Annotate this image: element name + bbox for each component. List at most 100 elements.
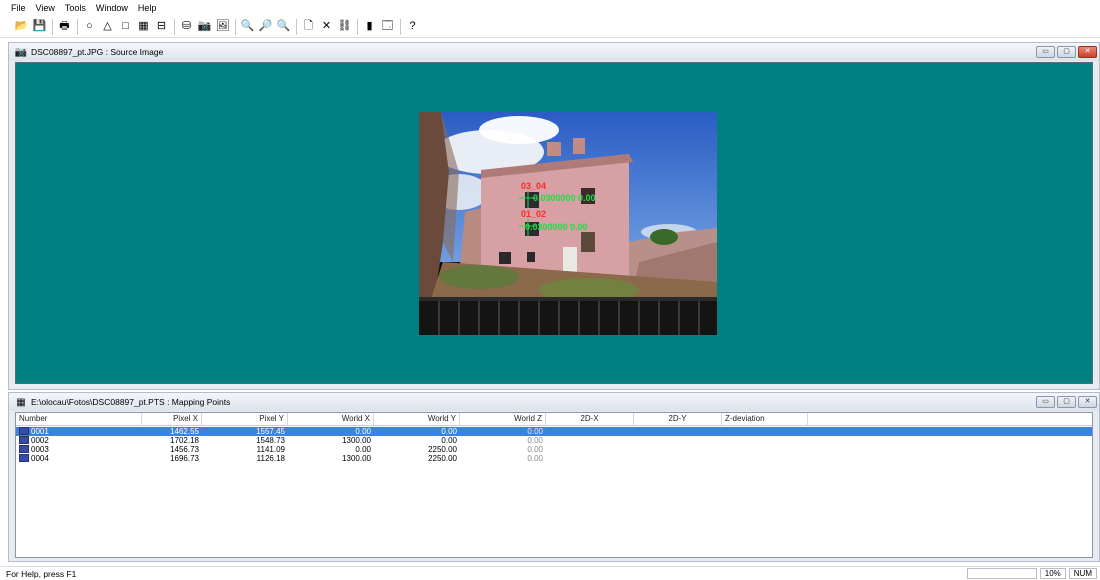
column-header[interactable]: Z-deviation [722,413,808,426]
menu-tools[interactable]: Tools [60,3,91,13]
menu-window[interactable]: Window [91,3,133,13]
source-image-titlebar[interactable]: 📷 DSC08897_pt.JPG : Source Image ▭ ▢ ✕ [9,43,1099,61]
cell-2d-y [634,427,722,436]
column-header[interactable]: Pixel X [142,413,202,426]
cell-pixel-x: 1456.73 [170,445,199,454]
point-icon [19,436,29,444]
menu-file[interactable]: File [6,3,31,13]
print-icon[interactable]: 🖶 [57,19,72,35]
column-header[interactable]: 2D-Y [634,413,722,426]
cell-pixel-y: 1548.73 [256,436,285,445]
cell-world-z: 0.00 [527,436,543,445]
open-icon[interactable]: 📂 [14,19,29,35]
point-value-01-02: 0.0300000 0.00 [525,222,588,232]
cell-pixel-x: 1462.55 [170,427,199,436]
point-icon [19,445,29,453]
camera-icon[interactable]: 📷 [197,19,212,35]
grid-icon[interactable]: ▦ [136,19,151,35]
cell-2d-x [546,427,634,436]
new-icon[interactable]: 🗋 [301,19,316,35]
save-icon[interactable]: 💾 [32,19,47,35]
images-icon[interactable]: 🖼 [215,19,230,35]
point-number: 0001 [31,427,49,436]
minimize-button[interactable]: ▭ [1036,396,1055,408]
menu-bar: File View Tools Window Help [0,0,1100,16]
minimize-button[interactable]: ▭ [1036,46,1055,58]
point-label-03-04: 03_04 [521,181,546,191]
table-row[interactable]: 0003 1456.73 1141.09 0.00 2250.00 0.00 [16,445,1092,454]
rectangle-icon[interactable]: □ [118,19,133,35]
maximize-button[interactable]: ▢ [1057,396,1076,408]
circle-icon[interactable]: ○ [82,19,97,35]
color-bars-icon[interactable]: ▮ [362,19,377,35]
table-row[interactable]: 0002 1702.18 1548.73 1300.00 0.00 0.00 [16,436,1092,445]
cell-z-deviation [722,454,808,463]
cell-world-x: 1300.00 [342,454,371,463]
source-image-window: 📷 DSC08897_pt.JPG : Source Image ▭ ▢ ✕ 0… [8,42,1100,390]
cell-world-y: 0.00 [441,427,457,436]
cell-world-y: 2250.00 [428,454,457,463]
cell-number: 0003 [16,445,142,454]
point-icon [19,454,29,462]
delete-icon[interactable]: ✕ [319,19,334,35]
cell-pixel-x: 1702.18 [170,436,199,445]
close-button[interactable]: ✕ [1078,46,1097,58]
column-header[interactable]: Pixel Y [202,413,288,426]
list-header: Number Pixel X Pixel Y World X World Y World … [16,413,1092,426]
menu-view[interactable]: View [31,3,60,13]
point-number: 0004 [31,454,49,463]
toolbar-separator [52,18,53,35]
cell-world-y: 0.00 [441,436,457,445]
table-doc-icon: ▦ [16,396,26,408]
status-num: NUM [1068,568,1097,579]
status-pane-empty [966,568,1037,579]
close-button[interactable]: ✕ [1078,396,1097,408]
triangle-icon[interactable]: △ [100,19,115,35]
cell-2d-x [546,445,634,454]
source-image-title: DSC08897_pt.JPG : Source Image [31,47,164,57]
toolbar-separator [357,18,358,35]
cell-world-x: 1300.00 [342,436,371,445]
table-icon[interactable]: ⊟ [154,19,169,35]
cell-number: 0001 [16,427,142,436]
cell-world-z: 0.00 [527,445,543,454]
toolbar: 📂 💾 🖶 ○ △ □ ▦ ⊟ ⛁ 📷 🖼 🔍 🔎 🔍 🗋 ✕ ⛓ ▮ 🗔? [0,16,1100,38]
mapping-points-list[interactable]: Number Pixel X Pixel Y World X World Y World … [15,412,1093,558]
mapping-points-title: E:\olocau\Fotos\DSC08897_pt.PTS : Mappin… [31,397,231,407]
menu-help[interactable]: Help [133,3,162,13]
cell-number: 0002 [16,436,142,445]
toolbar-separator [77,18,78,35]
database-icon[interactable]: ⛁ [179,19,194,35]
source-photo[interactable]: 03_04 0.0300000 0.00 01_02 0.0300000 0.0… [419,112,717,335]
cell-z-deviation [722,427,808,436]
column-header[interactable]: World X [288,413,374,426]
column-header[interactable]: World Y [374,413,460,426]
column-header[interactable]: World Z [460,413,546,426]
zoom-in-icon[interactable]: 🔍 [240,19,255,35]
cell-pixel-y: 1141.09 [256,445,285,454]
maximize-button[interactable]: ▢ [1057,46,1076,58]
zoom-out-icon[interactable]: 🔎 [258,19,273,35]
cell-world-x: 0.00 [355,427,371,436]
point-value-03-04: 0.0300000 0.00 [533,193,596,203]
properties-icon[interactable]: 🗔 [380,19,395,35]
table-row[interactable]: 0001 1462.55 1557.45 0.00 0.00 0.00 [16,427,1092,436]
column-header[interactable]: 2D-X [546,413,634,426]
help-icon[interactable]: ? [405,19,420,35]
column-header[interactable]: Number [16,413,142,426]
cell-z-deviation [722,445,808,454]
mapping-points-titlebar[interactable]: ▦ E:\olocau\Fotos\DSC08897_pt.PTS : Mapp… [9,393,1099,411]
cell-pixel-y: 1126.18 [256,454,285,463]
image-canvas[interactable]: 03_04 0.0300000 0.00 01_02 0.0300000 0.0… [15,62,1093,384]
mapping-points-window: ▦ E:\olocau\Fotos\DSC08897_pt.PTS : Mapp… [8,392,1100,562]
zoom-fit-icon[interactable]: 🔍 [276,19,291,35]
status-bar: For Help, press F1 10% NUM [0,566,1100,580]
link-icon[interactable]: ⛓ [337,19,352,35]
cell-number: 0004 [16,454,142,463]
table-row[interactable]: 0004 1696.73 1126.18 1300.00 2250.00 0.00 [16,454,1092,463]
cell-pixel-x: 1696.73 [170,454,199,463]
cell-world-z: 0.00 [527,427,543,436]
toolbar-separator [400,18,401,35]
cell-2d-x [546,436,634,445]
cell-2d-y [634,436,722,445]
